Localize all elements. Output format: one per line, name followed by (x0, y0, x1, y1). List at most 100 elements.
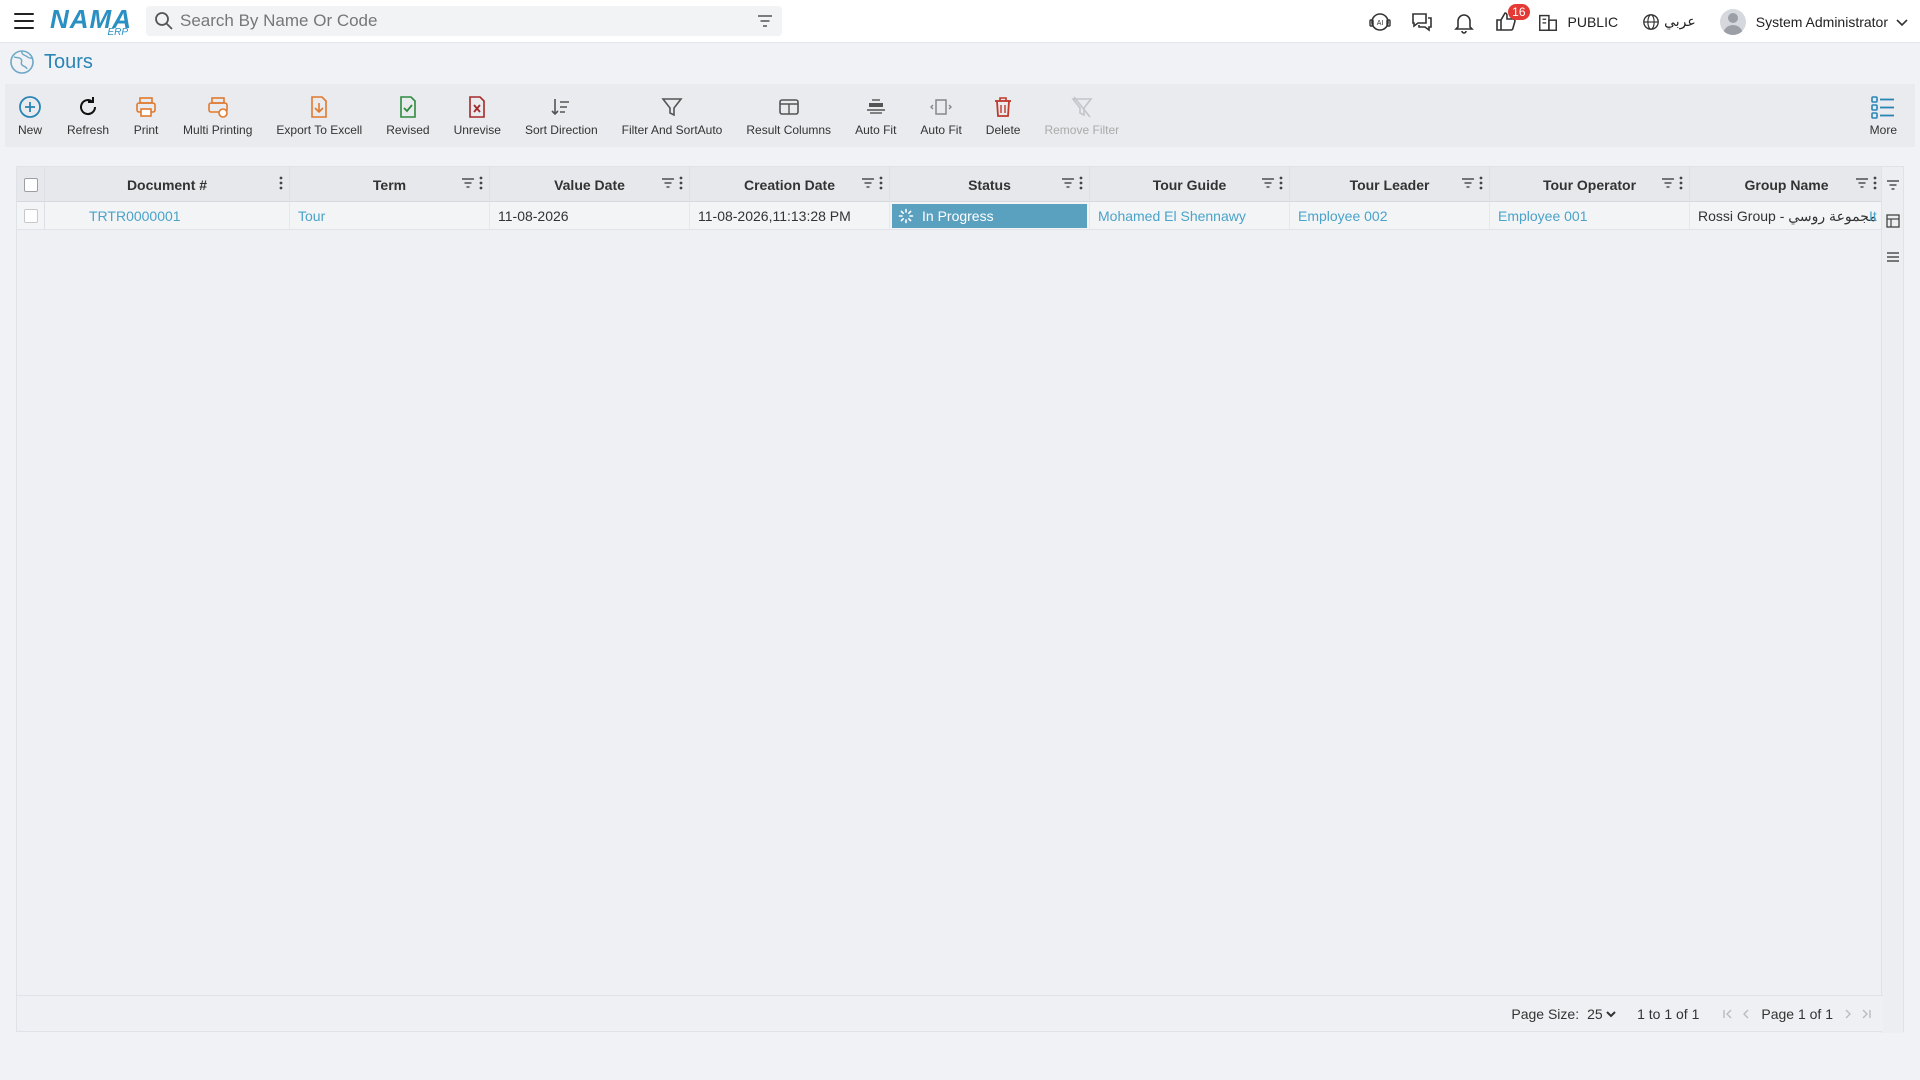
remove-filter-button[interactable]: Remove Filter (1032, 94, 1131, 137)
column-header-group-name[interactable]: Group Name (1690, 167, 1883, 202)
multi-printing-button[interactable]: Multi Printing (171, 94, 264, 137)
column-header-tour-guide[interactable]: Tour Guide (1090, 167, 1290, 202)
bell-icon[interactable] (1450, 8, 1478, 36)
page-size-label: Page Size: (1511, 1005, 1580, 1022)
side-filter-button[interactable] (1882, 167, 1904, 203)
header-actions: AI 16 PUBLIC عربي System Administrator (1352, 0, 1920, 43)
column-header-term[interactable]: Term (290, 167, 490, 202)
column-menu-icon[interactable] (879, 176, 883, 190)
column-header-value-date[interactable]: Value Date (490, 167, 690, 202)
auto-fit-label-2: Auto Fit (920, 123, 962, 137)
column-header-label: Tour Operator (1542, 176, 1637, 193)
search-input[interactable] (180, 11, 756, 31)
last-page-button[interactable] (1857, 1005, 1875, 1023)
column-menu-icon[interactable] (1679, 176, 1683, 190)
column-header-tour-leader[interactable]: Tour Leader (1290, 167, 1490, 202)
cell-tour-leader[interactable]: Employee 002 (1290, 202, 1490, 230)
row-checkbox[interactable] (23, 209, 38, 223)
page-size-select[interactable]: 25 (1583, 1004, 1620, 1023)
auto-fit-label-1: Auto Fit (855, 123, 897, 137)
revised-button[interactable]: Revised (374, 94, 441, 137)
company-label[interactable]: PUBLIC (1568, 14, 1619, 30)
logo[interactable]: NAMA ERP (50, 4, 132, 38)
cell-group-name: Rossi Group - مجموعة روسي (1698, 207, 1877, 224)
side-menu-button[interactable] (1882, 239, 1904, 275)
column-menu-icon[interactable] (679, 176, 683, 190)
refresh-button[interactable]: Refresh (55, 94, 121, 137)
funnel-icon (661, 98, 683, 117)
column-filter-icon[interactable] (1855, 177, 1869, 189)
filter-sort-auto-label: Filter And SortAuto (621, 123, 723, 137)
column-filter-icon[interactable] (1461, 177, 1475, 189)
column-header-status[interactable]: Status (890, 167, 1090, 202)
side-columns-button[interactable] (1882, 203, 1904, 239)
column-header-label: Creation Date (743, 176, 836, 193)
column-filter-icon[interactable] (1061, 177, 1075, 189)
auto-fit-button-2[interactable]: Auto Fit (908, 94, 973, 137)
auto-fit-button-1[interactable]: Auto Fit (843, 94, 908, 137)
remove-filter-label: Remove Filter (1044, 123, 1120, 137)
cell-tour-guide[interactable]: Mohamed El Shennawy (1090, 202, 1290, 230)
select-all-checkbox[interactable] (23, 177, 38, 192)
sort-direction-button[interactable]: Sort Direction (513, 94, 610, 137)
delete-button[interactable]: Delete (974, 94, 1033, 137)
column-filter-icon[interactable] (461, 177, 475, 189)
print-button[interactable]: Print (121, 94, 171, 137)
cell-status: In Progress (890, 202, 1090, 230)
result-columns-button[interactable]: Result Columns (734, 94, 843, 137)
menu-icon[interactable] (12, 9, 36, 33)
column-header-document[interactable]: Document # (45, 167, 290, 202)
column-filter-icon[interactable] (1661, 177, 1675, 189)
language-switch[interactable]: عربي (1642, 13, 1696, 31)
unrevise-button[interactable]: Unrevise (442, 94, 513, 137)
menu-lines-icon (1887, 252, 1899, 262)
cell-tour-operator[interactable]: Employee 001 (1490, 202, 1690, 230)
page-title: Tours (44, 50, 93, 73)
export-excel-label: Export To Excell (276, 123, 363, 137)
more-button[interactable]: More (1858, 94, 1909, 137)
column-menu-icon[interactable] (1479, 176, 1483, 190)
status-text: In Progress (922, 208, 994, 224)
file-check-icon (400, 96, 416, 118)
new-button[interactable]: New (5, 94, 55, 137)
prev-page-button[interactable] (1737, 1005, 1755, 1023)
next-page-button[interactable] (1839, 1005, 1857, 1023)
user-menu[interactable]: System Administrator (1719, 8, 1910, 35)
column-menu-icon[interactable] (1079, 176, 1083, 190)
column-header-creation-date[interactable]: Creation Date (690, 167, 890, 202)
print-label: Print (133, 123, 159, 137)
chat-icon[interactable] (1408, 8, 1436, 36)
columns-icon (778, 99, 799, 115)
ai-assistant-icon[interactable]: AI (1366, 8, 1394, 36)
column-menu-icon[interactable] (1279, 176, 1283, 190)
search-filter-icon[interactable] (756, 12, 774, 30)
cell-document[interactable]: TRTR0000001 (45, 202, 290, 230)
column-header-tour-operator[interactable]: Tour Operator (1490, 167, 1690, 202)
column-filter-icon[interactable] (1261, 177, 1275, 189)
filter-sort-auto-button[interactable]: Filter And SortAuto (610, 94, 735, 137)
page-info: Page 1 of 1 (1761, 1005, 1833, 1022)
last-page-icon (1862, 1009, 1871, 1018)
tours-globe-icon (10, 50, 34, 74)
column-menu-icon[interactable] (479, 176, 483, 190)
column-filter-icon[interactable] (861, 177, 875, 189)
cell-term[interactable]: Tour (290, 202, 490, 230)
column-header-label: Document # (126, 176, 208, 193)
table-row[interactable]: TRTR0000001 Tour 11-08-2026 11-08-2026,1… (17, 202, 1883, 230)
column-filter-icon[interactable] (661, 177, 675, 189)
column-menu-icon[interactable] (1873, 176, 1877, 190)
search-box (146, 6, 782, 36)
svg-text:AI: AI (1376, 20, 1383, 27)
first-page-button[interactable] (1719, 1005, 1737, 1023)
thumbs-up-icon[interactable]: 16 (1492, 3, 1530, 36)
filter-lines-icon (1887, 180, 1899, 190)
export-excel-button[interactable]: Export To Excell (264, 94, 374, 137)
logo-sub: ERP (107, 27, 128, 38)
company-icon[interactable] (1534, 8, 1562, 36)
notification-badge: 16 (1508, 3, 1530, 20)
sort-icon (551, 99, 570, 116)
multi-printing-label: Multi Printing (183, 123, 253, 137)
delete-label: Delete (985, 123, 1021, 137)
column-menu-icon[interactable] (279, 176, 283, 190)
refresh-icon (80, 97, 97, 116)
